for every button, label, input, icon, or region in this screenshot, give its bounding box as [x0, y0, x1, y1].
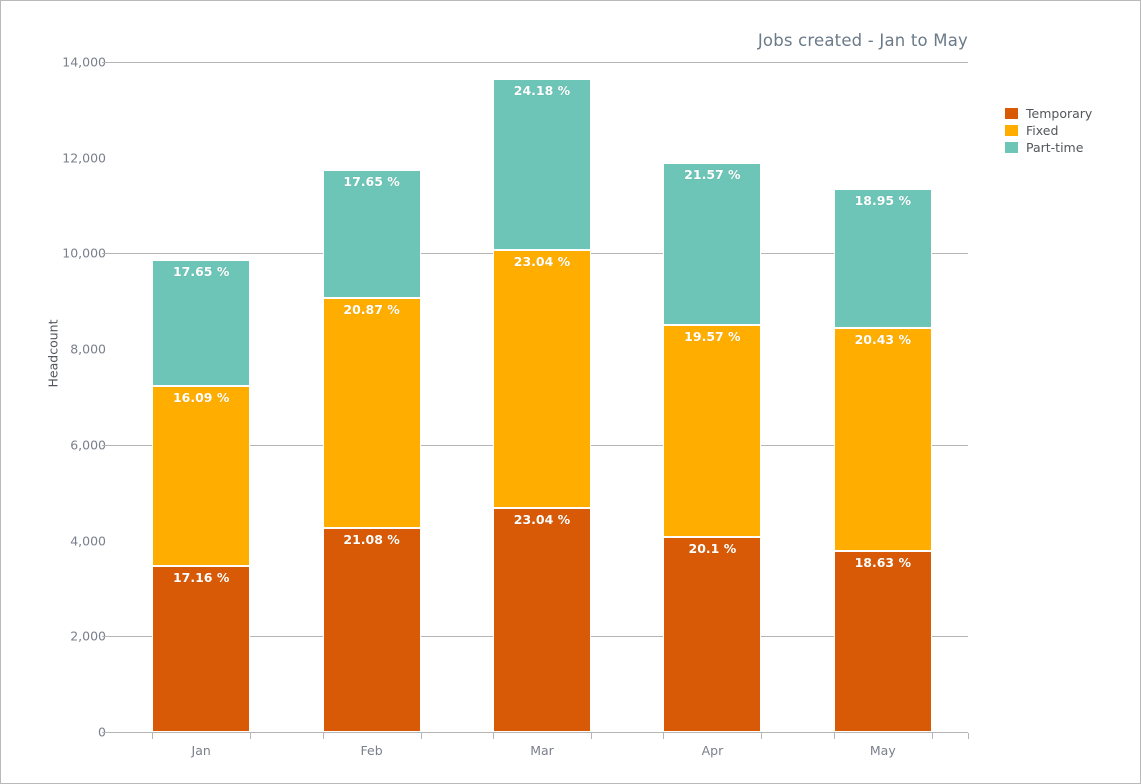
x-axis-tick [968, 733, 969, 739]
y-axis-tick-label: 6,000 [70, 437, 106, 453]
x-axis-tick [591, 733, 592, 739]
x-axis-tick [663, 733, 665, 739]
bar-group[interactable]: 21.08 % 20.87 % 17.65 % [322, 62, 421, 732]
y-axis-tick [102, 444, 116, 446]
bar-segment[interactable]: 16.09 % [152, 386, 251, 566]
bar-segment-label: 18.95 % [854, 192, 911, 208]
x-axis-tick [833, 733, 835, 739]
legend-item-label: Part-time [1026, 139, 1084, 155]
bar-segment-label: 21.57 % [684, 167, 741, 183]
y-axis-tick-label: 2,000 [70, 628, 106, 644]
bar-group[interactable]: 17.16 % 16.09 % 17.65 % [152, 62, 251, 732]
legend-item-label: Fixed [1026, 122, 1059, 138]
chart-page: Jobs created - Jan to May Headcount 02,0… [0, 0, 1141, 784]
bar-segment[interactable]: 17.16 % [152, 565, 251, 732]
bar-segment-label: 23.04 % [513, 512, 571, 528]
legend-swatch-icon [1005, 141, 1018, 153]
x-axis-tick [493, 733, 494, 739]
y-axis-tick-labels: 0 2,000 4,000 6,000 8,000 10,000 12,000 14,000 [16, 55, 106, 740]
bar-group[interactable]: 20.1 % 19.57 % 21.57 % [663, 62, 762, 732]
bar-segment[interactable]: 17.65 % [152, 260, 251, 386]
bar-segment-label: 17.16 % [172, 569, 230, 585]
bar-segment[interactable]: 18.63 % [833, 551, 932, 732]
bar-segment-label: 20.43 % [854, 331, 911, 347]
bar-group[interactable]: 23.04 % 23.04 % 24.18 % [493, 62, 591, 732]
bar-segment-label: 20.87 % [343, 301, 400, 317]
x-axis-tick [420, 733, 422, 739]
legend-item[interactable]: Temporary [1005, 105, 1135, 121]
chart-legend: Temporary Fixed Part-time [1005, 105, 1135, 156]
y-axis-tick [102, 636, 116, 638]
bar-segment-label: 16.09 % [172, 390, 230, 405]
y-axis-tick [102, 62, 116, 63]
bar-segment[interactable]: 23.04 % [493, 250, 591, 509]
y-axis-tick [102, 253, 116, 255]
bar-segment[interactable]: 23.04 % [493, 508, 591, 732]
x-axis-tick-label: Mar [530, 743, 554, 758]
legend-item-label: Temporary [1026, 105, 1093, 121]
chart-title: Jobs created - Jan to May [757, 31, 968, 50]
plot-area: 17.16 % 16.09 % 17.65 % 21.08 % 20.87 % 17.65… [102, 62, 968, 733]
bar-segment[interactable]: 20.1 % [663, 536, 762, 732]
legend-item[interactable]: Part-time [1005, 139, 1135, 155]
y-axis-tick-label: 12,000 [62, 150, 106, 166]
bar-group[interactable]: 18.63 % 20.43 % 18.95 % [833, 62, 932, 732]
bar-segment[interactable]: 20.87 % [322, 297, 421, 528]
bar-segment-label: 17.65 % [172, 264, 230, 280]
x-axis-tick [761, 733, 763, 739]
bar-segment-label: 21.08 % [343, 531, 400, 547]
x-axis-tick [322, 733, 324, 739]
y-axis-tick-label: 14,000 [62, 54, 106, 70]
x-axis-tick-label: May [869, 743, 896, 758]
x-axis-tick-labels: Jan Feb Mar Apr May [116, 733, 969, 773]
bar-segment[interactable]: 19.57 % [663, 325, 762, 537]
bar-segment[interactable]: 20.43 % [833, 327, 932, 552]
bar-segment-label: 18.63 % [854, 555, 911, 571]
bar-segment-label: 23.04 % [513, 254, 571, 270]
y-axis-tick-label: 10,000 [62, 245, 106, 261]
bar-segment[interactable]: 18.95 % [833, 188, 932, 328]
legend-swatch-icon [1005, 107, 1018, 119]
y-axis-tick-label: 0 [16, 725, 106, 740]
bar-segment-label: 19.57 % [684, 329, 741, 345]
bar-segment[interactable]: 17.65 % [322, 169, 421, 298]
x-axis-tick-label: Feb [360, 743, 383, 758]
y-axis-tick-label: 8,000 [70, 341, 106, 357]
legend-swatch-icon [1005, 124, 1018, 136]
x-axis-tick-label: Apr [701, 743, 724, 758]
bar-segment-label: 17.65 % [343, 173, 400, 189]
bar-segment-label: 20.1 % [688, 540, 737, 556]
bar-segment[interactable]: 21.08 % [322, 527, 421, 732]
y-axis-tick-label: 4,000 [70, 533, 106, 549]
x-axis-tick-label: Jan [191, 743, 211, 758]
bar-segment[interactable]: 24.18 % [493, 78, 591, 251]
x-axis-tick [931, 733, 933, 739]
bar-segment[interactable]: 21.57 % [663, 163, 762, 326]
bar-segment-label: 24.18 % [513, 82, 571, 98]
legend-item[interactable]: Fixed [1005, 122, 1135, 138]
x-axis-tick [250, 733, 252, 739]
x-axis-tick [152, 733, 154, 739]
